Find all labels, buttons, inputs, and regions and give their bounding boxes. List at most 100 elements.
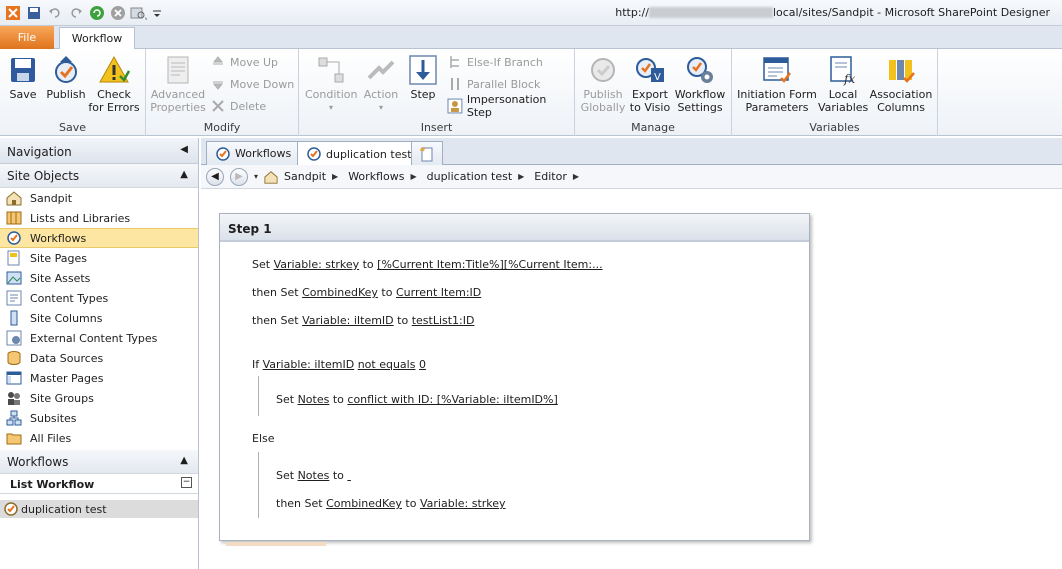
export-to-visio-button[interactable]: V Export to Visio	[627, 54, 673, 114]
title-separator: -	[873, 6, 885, 19]
tab-duplication-test[interactable]: duplication test	[297, 141, 421, 166]
else-if-branch-button[interactable]: Else-If Branch	[447, 53, 543, 71]
stop-icon[interactable]	[109, 4, 127, 22]
breadcrumb-item-editor[interactable]: Editor	[534, 170, 567, 183]
variable-link[interactable]: Variable: strkey	[274, 258, 360, 271]
nav-item-site-assets[interactable]: Site Assets	[0, 268, 198, 288]
value-link[interactable]: Variable: strkey	[420, 497, 506, 510]
nav-item-subsites[interactable]: Subsites	[0, 408, 198, 428]
list-workflow-group[interactable]: List Workflow −	[0, 474, 198, 494]
nav-item-site-pages[interactable]: Site Pages	[0, 248, 198, 268]
list-workflow-label: List Workflow	[10, 478, 95, 491]
local-variables-button[interactable]: fx Local Variables	[818, 54, 868, 114]
value-link[interactable]: 0	[419, 358, 426, 371]
workflow-item-duplication-test[interactable]: duplication test	[0, 500, 198, 518]
nav-item-all-files[interactable]: All Files	[0, 428, 198, 448]
save-button[interactable]: Save	[4, 54, 42, 101]
move-up-label: Move Up	[230, 55, 279, 69]
operator-link[interactable]: not equals	[358, 358, 416, 371]
refresh-icon[interactable]	[88, 4, 106, 22]
parallel-block-button[interactable]: Parallel Block	[447, 75, 540, 93]
nav-item-workflows[interactable]: Workflows	[0, 228, 198, 248]
publish-globally-button[interactable]: Publish Globally	[579, 54, 627, 114]
nav-item-master-pages[interactable]: Master Pages	[0, 368, 198, 388]
export-label-2: to Visio	[629, 101, 671, 114]
impersonation-step-button[interactable]: Impersonation Step	[447, 93, 574, 119]
redo-icon[interactable]	[67, 4, 85, 22]
step-1-box[interactable]: Step 1 Set Variable: strkey to [%Current…	[219, 213, 810, 541]
nav-item-label: Site Groups	[30, 391, 94, 405]
assets-icon	[6, 271, 22, 285]
field-link[interactable]: Notes	[298, 469, 330, 482]
condition-label: Condition	[305, 88, 358, 101]
nav-item-sandpit[interactable]: Sandpit	[0, 188, 198, 208]
nav-item-data-sources[interactable]: Data Sources	[0, 348, 198, 368]
nav-item-content-types[interactable]: Content Types	[0, 288, 198, 308]
value-link[interactable]	[347, 469, 351, 482]
value-link[interactable]: conflict with ID: [%Variable: iItemID%]	[347, 393, 557, 406]
initiation-form-parameters-button[interactable]: Initiation Form Parameters	[736, 54, 818, 114]
workflow-settings-button[interactable]: Workflow Settings	[673, 54, 727, 114]
nav-item-label: All Files	[30, 431, 72, 445]
delete-button[interactable]: Delete	[210, 97, 266, 115]
forward-button[interactable]: ▶	[230, 167, 248, 186]
value-link[interactable]: [%Current Item:Title%][%Current Item:...	[377, 258, 602, 271]
field-link[interactable]: Notes	[298, 393, 330, 406]
breadcrumb-dropdown-icon[interactable]: ▾	[254, 172, 258, 181]
value-link[interactable]: Current Item:ID	[396, 286, 481, 299]
breadcrumb-separator-icon[interactable]: ▶	[410, 172, 416, 181]
variable-link[interactable]: Variable: iItemID	[263, 358, 355, 371]
field-link[interactable]: CombinedKey	[326, 497, 402, 510]
nav-item-label: Site Assets	[30, 271, 91, 285]
tab-workflows[interactable]: Workflows	[206, 141, 301, 165]
condition-button[interactable]: Condition ▾	[305, 54, 358, 114]
association-columns-button[interactable]: Association Columns	[868, 54, 934, 114]
breadcrumb-separator-icon[interactable]: ▶	[332, 172, 338, 181]
move-up-icon	[212, 56, 224, 65]
nav-item-external-content-types[interactable]: External Content Types	[0, 328, 198, 348]
nav-item-site-columns[interactable]: Site Columns	[0, 308, 198, 328]
breadcrumb-separator-icon[interactable]: ▶	[518, 172, 524, 181]
new-tab-button[interactable]	[411, 141, 443, 165]
subsites-icon	[6, 410, 22, 426]
save-group-label: Save	[58, 121, 86, 134]
forward-arrow-icon: ▶	[235, 171, 243, 182]
publish-button[interactable]: Publish	[44, 54, 88, 101]
variable-link[interactable]: Variable: iItemID	[302, 314, 394, 327]
check-for-errors-button[interactable]: Check for Errors	[88, 54, 140, 114]
save-icon[interactable]	[25, 4, 43, 22]
nav-item-lists-and-libraries[interactable]: Lists and Libraries	[0, 208, 198, 228]
step-button[interactable]: Step	[405, 54, 441, 101]
breadcrumb-separator-icon[interactable]: ▶	[573, 172, 579, 181]
value-link[interactable]: testList1:ID	[412, 314, 475, 327]
move-down-button[interactable]: Move Down	[210, 75, 294, 93]
warning-icon	[98, 54, 131, 86]
move-up-button[interactable]: Move Up	[210, 53, 278, 71]
site-objects-header[interactable]: Site Objects ▲	[0, 164, 198, 188]
breadcrumb-item-workflows[interactable]: Workflows	[348, 170, 404, 183]
chevron-up-icon[interactable]: ▲	[180, 169, 188, 180]
collapse-minus-icon[interactable]: −	[181, 477, 192, 488]
action-button[interactable]: Action ▾	[361, 54, 401, 114]
preview-browser-icon[interactable]	[130, 4, 148, 22]
workflow-tab[interactable]: Workflow	[59, 27, 135, 50]
navigation-header: Navigation ◀	[0, 138, 198, 164]
step-title[interactable]: Step 1	[220, 214, 809, 242]
sharepoint-app-icon	[4, 4, 22, 22]
field-link[interactable]: CombinedKey	[302, 286, 378, 299]
collapse-nav-icon[interactable]: ◀	[180, 144, 188, 155]
nav-item-label: Workflows	[30, 231, 87, 245]
chevron-up-icon[interactable]: ▲	[180, 455, 188, 466]
qat-customize-icon[interactable]	[151, 4, 163, 22]
file-tab[interactable]: File	[0, 26, 54, 49]
back-button[interactable]: ◀	[206, 167, 224, 186]
keyword: to	[393, 314, 412, 327]
breadcrumb-item-sandpit[interactable]: Sandpit	[284, 170, 326, 183]
check-label-2: for Errors	[88, 101, 140, 114]
workflows-section-header[interactable]: Workflows ▲	[0, 450, 198, 474]
undo-icon[interactable]	[46, 4, 64, 22]
else-line[interactable]: Else	[252, 432, 275, 445]
breadcrumb-item-duplication-test[interactable]: duplication test	[427, 170, 513, 183]
advanced-properties-button[interactable]: Advanced Properties	[148, 54, 208, 114]
nav-item-site-groups[interactable]: Site Groups	[0, 388, 198, 408]
